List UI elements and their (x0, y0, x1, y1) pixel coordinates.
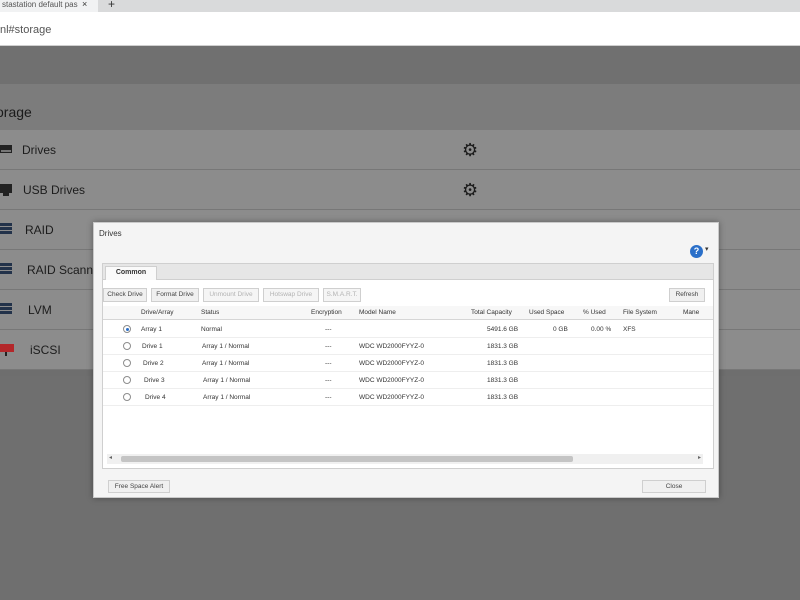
encryption-cell: --- (325, 394, 332, 401)
column-header[interactable]: Status (201, 309, 219, 316)
drive-cell: Drive 4 (145, 394, 166, 401)
storage-row-label: LVM (28, 303, 52, 317)
row-radio[interactable] (123, 359, 131, 367)
encryption-cell: --- (325, 343, 332, 350)
tab-common[interactable]: Common (105, 266, 157, 280)
capacity-cell: 1831.3 GB (487, 343, 519, 350)
chevron-down-icon[interactable]: ▾ (705, 245, 709, 253)
dialog-panel: Common Check Drive Format Drive Unmount … (102, 263, 714, 469)
status-cell: Array 1 / Normal (202, 360, 250, 367)
table-row[interactable]: Drive 4 Array 1 / Normal --- WDC WD2000F… (103, 389, 713, 406)
url-text[interactable]: nl#storage (0, 24, 51, 36)
storage-row-label: RAID (25, 223, 54, 237)
drive-cell: Drive 3 (144, 377, 165, 384)
unmount-drive-button[interactable]: Unmount Drive (203, 288, 259, 302)
raid-scan-icon (0, 263, 12, 274)
storage-row-drives[interactable]: Drives ⚙ (0, 130, 800, 170)
dialog-title: Drives (99, 229, 122, 238)
storage-row-label: Drives (22, 143, 57, 157)
pct-cell: 0.00 % (591, 326, 612, 333)
drive-toolbar: Check Drive Format Drive Unmount Drive H… (103, 288, 713, 304)
table-row[interactable]: Array 1 Normal --- 5491.6 GB 0 GB 0.00 %… (103, 321, 713, 338)
column-header[interactable]: File System (623, 309, 657, 316)
row-radio[interactable] (123, 393, 131, 401)
gear-icon[interactable]: ⚙ (462, 140, 478, 160)
hotswap-drive-button[interactable]: Hotswap Drive (263, 288, 319, 302)
page-title: orage (0, 104, 32, 120)
capacity-cell: 1831.3 GB (487, 377, 519, 384)
smart-button[interactable]: S.M.A.R.T. (323, 288, 361, 302)
gear-icon[interactable]: ⚙ (462, 180, 478, 200)
column-header[interactable]: Model Name (359, 309, 396, 316)
encryption-cell: --- (325, 360, 332, 367)
tab-close-icon[interactable]: × (82, 0, 87, 9)
row-radio[interactable] (123, 342, 131, 350)
browser-tab[interactable]: stastation default pas × (0, 0, 98, 12)
column-header[interactable]: % Used (583, 309, 606, 316)
address-bar[interactable]: nl#storage (0, 12, 800, 46)
encryption-cell: --- (325, 326, 332, 333)
scroll-left-icon[interactable]: ◂ (109, 454, 112, 461)
scrollbar-thumb[interactable] (121, 456, 573, 462)
column-header[interactable]: Used Space (529, 309, 564, 316)
used-cell: 0 GB (553, 326, 568, 333)
column-header[interactable]: Total Capacity (471, 309, 512, 316)
table-row[interactable]: Drive 3 Array 1 / Normal --- WDC WD2000F… (103, 372, 713, 389)
column-header[interactable]: Encryption (311, 309, 342, 316)
horizontal-scrollbar[interactable]: ◂ ▸ (107, 454, 703, 464)
check-drive-button[interactable]: Check Drive (103, 288, 147, 302)
status-cell: Array 1 / Normal (203, 394, 251, 401)
table-header: Drive/Array Status Encryption Model Name… (103, 306, 713, 320)
model-cell: WDC WD2000FYYZ-0 (359, 377, 425, 384)
drive-cell: Drive 2 (143, 360, 164, 367)
model-cell: WDC WD2000FYYZ-0 (359, 394, 425, 401)
storage-row-usb-drives[interactable]: USB Drives ⚙ (0, 170, 800, 210)
drive-cell: Array 1 (141, 326, 162, 333)
model-cell: WDC WD2000FYYZ-0 (359, 360, 425, 367)
tab-strip: Common (103, 264, 713, 280)
storage-row-label: iSCSI (30, 343, 61, 357)
column-header[interactable]: Drive/Array (141, 309, 174, 316)
status-cell: Array 1 / Normal (202, 343, 250, 350)
title-band (0, 84, 800, 130)
usb-drive-icon (0, 184, 12, 196)
refresh-button[interactable]: Refresh (669, 288, 705, 302)
encryption-cell: --- (325, 377, 332, 384)
row-radio[interactable] (123, 325, 131, 333)
close-button[interactable]: Close (642, 480, 706, 493)
iscsi-icon (0, 344, 14, 356)
storage-row-label: USB Drives (23, 183, 86, 197)
model-cell: WDC WD2000FYYZ-0 (359, 343, 425, 350)
status-cell: Array 1 / Normal (203, 377, 251, 384)
free-space-alert-button[interactable]: Free Space Alert (108, 480, 170, 493)
row-radio[interactable] (123, 376, 131, 384)
column-header[interactable]: Mane (683, 309, 699, 316)
app-header-band (0, 46, 800, 84)
drive-icon (0, 145, 12, 153)
fs-cell: XFS (623, 326, 636, 333)
format-drive-button[interactable]: Format Drive (151, 288, 199, 302)
browser-tab-bar: stastation default pas × + (0, 0, 800, 12)
browser-tab-title: stastation default pas (2, 0, 78, 9)
table-row[interactable]: Drive 1 Array 1 / Normal --- WDC WD2000F… (103, 338, 713, 355)
drives-dialog: Drives ? ▾ Common Check Drive Format Dri… (93, 222, 719, 498)
scroll-right-icon[interactable]: ▸ (698, 454, 701, 461)
table-row[interactable]: Drive 2 Array 1 / Normal --- WDC WD2000F… (103, 355, 713, 372)
capacity-cell: 1831.3 GB (487, 394, 519, 401)
help-icon[interactable]: ? (690, 245, 703, 258)
new-tab-icon[interactable]: + (108, 0, 115, 11)
drive-cell: Drive 1 (142, 343, 163, 350)
lvm-icon (0, 303, 12, 314)
capacity-cell: 1831.3 GB (487, 360, 519, 367)
status-cell: Normal (201, 326, 222, 333)
raid-icon (0, 223, 12, 234)
capacity-cell: 5491.6 GB (487, 326, 519, 333)
